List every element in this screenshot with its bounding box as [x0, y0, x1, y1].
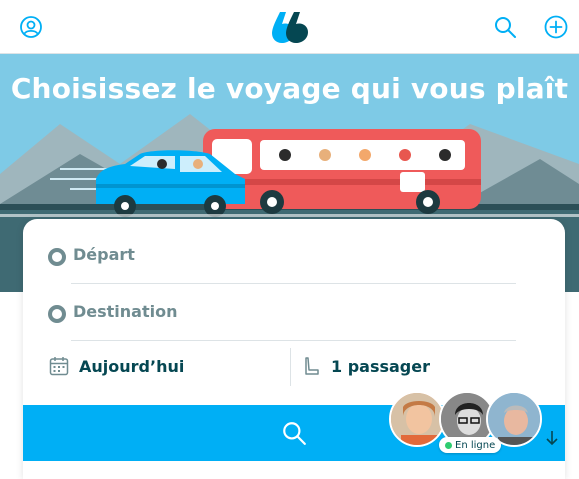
calendar-icon	[49, 357, 69, 376]
top-bar	[0, 0, 579, 54]
date-value: Aujourd’hui	[79, 357, 185, 376]
support-avatar-1	[389, 391, 445, 447]
search-nav-button[interactable]	[490, 12, 520, 42]
destination-placeholder: Destination	[73, 302, 178, 321]
divider	[71, 340, 516, 341]
departure-placeholder: Départ	[73, 245, 135, 264]
search-icon	[283, 422, 306, 445]
logo-icon	[272, 12, 308, 43]
online-status-badge: En ligne	[439, 437, 502, 453]
publish-ride-button[interactable]	[541, 12, 571, 42]
destination-dot-icon	[48, 305, 66, 323]
support-chat-widget[interactable]: En ligne	[389, 391, 549, 453]
departure-field[interactable]: Départ	[23, 219, 565, 275]
destination-field[interactable]: Destination	[23, 276, 565, 332]
online-dot-icon	[445, 441, 452, 449]
search-icon	[495, 17, 516, 38]
date-field[interactable]: Aujourd’hui	[23, 343, 289, 399]
hero-title: Choisissez le voyage qui vous plaît	[10, 72, 569, 105]
passenger-icon	[305, 357, 319, 375]
passenger-value: 1 passager	[331, 357, 430, 376]
online-status-text: En ligne	[455, 439, 496, 451]
departure-dot-icon	[48, 248, 66, 266]
profile-button[interactable]	[16, 12, 46, 42]
blablacar-logo[interactable]	[270, 10, 314, 44]
user-icon	[20, 16, 42, 38]
plus-icon	[544, 15, 568, 39]
arrow-down-icon[interactable]	[545, 430, 559, 446]
help-link[interactable]: BESOIN D'AIDE ?	[271, 459, 390, 473]
